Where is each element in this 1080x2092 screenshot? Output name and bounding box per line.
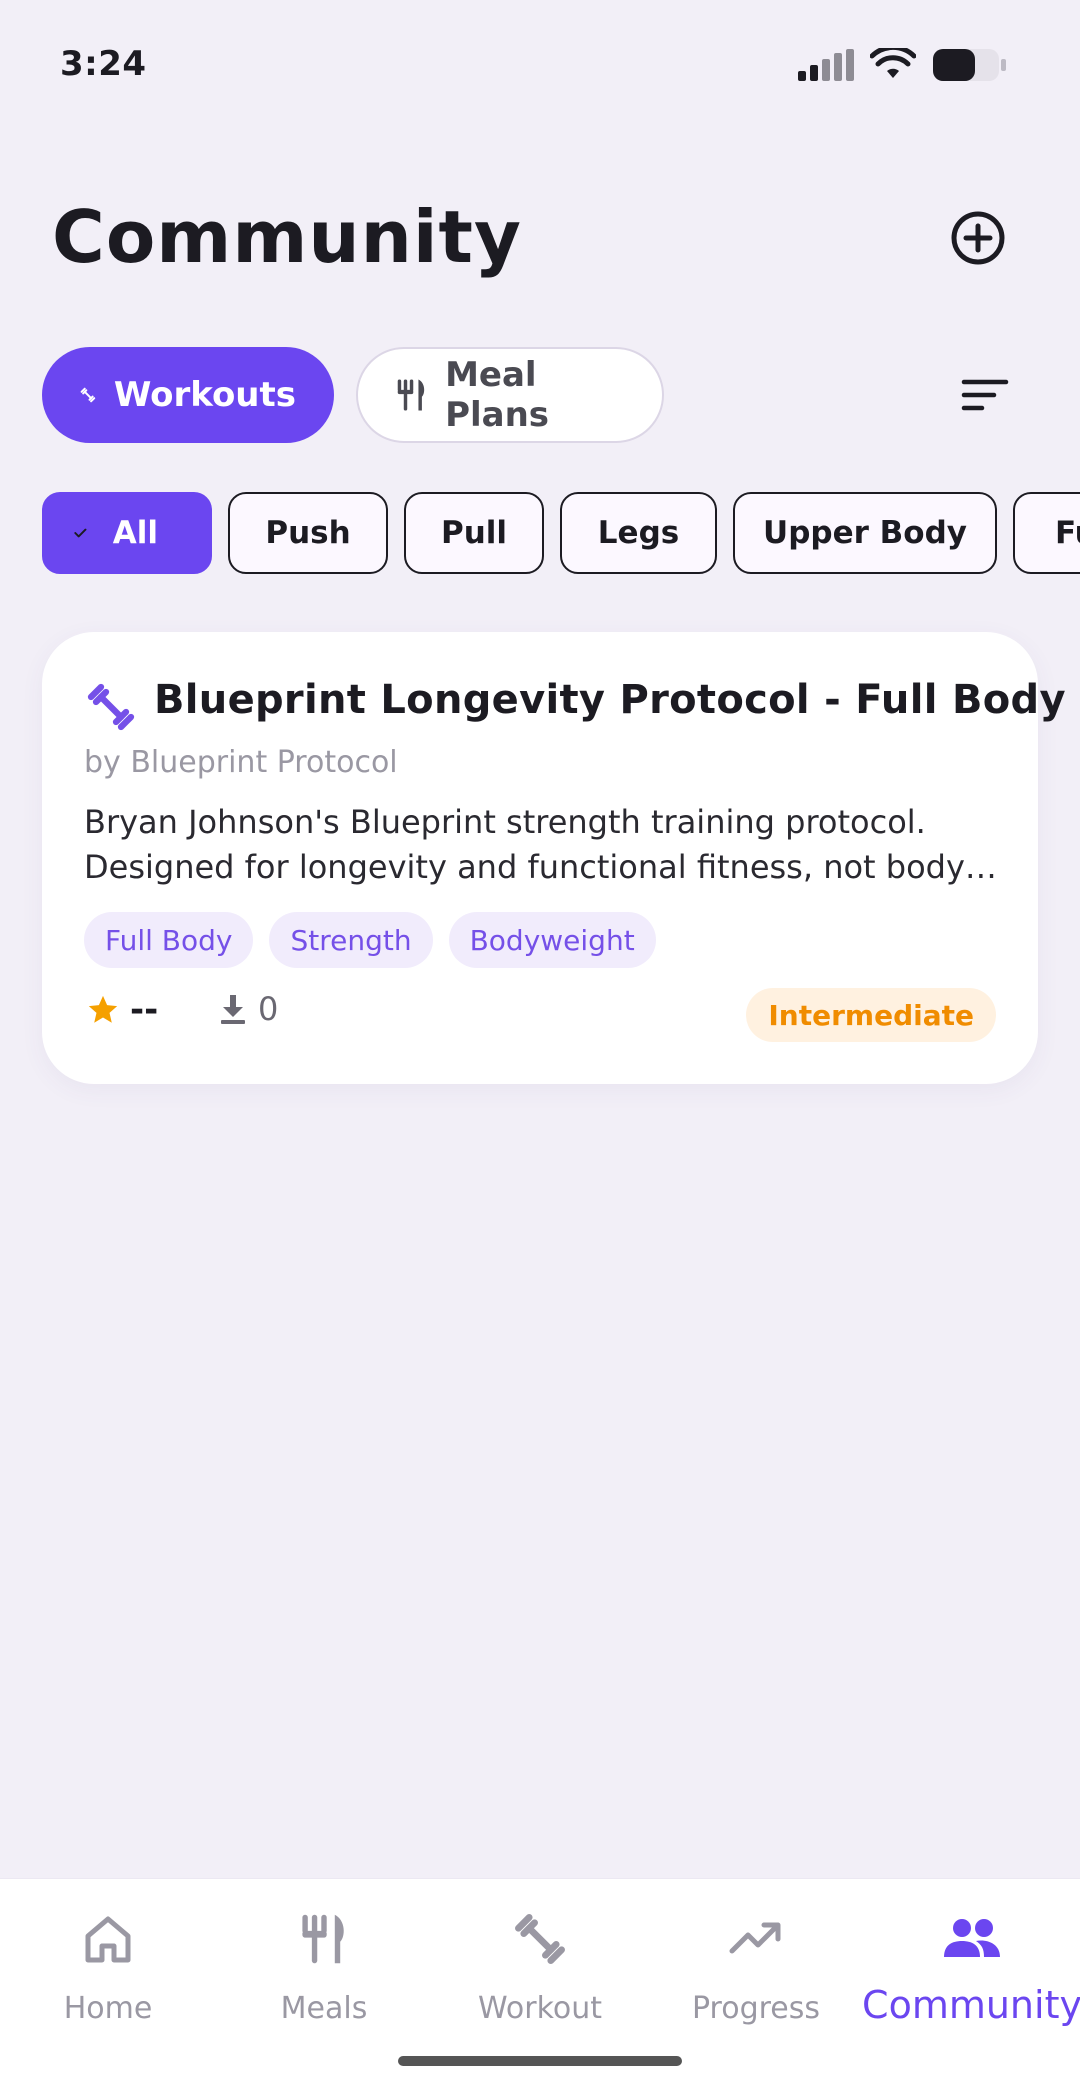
filter-chip-full-body[interactable]: Fu xyxy=(1013,492,1080,574)
add-button[interactable] xyxy=(950,210,1006,266)
status-time: 3:24 xyxy=(60,44,147,84)
sort-icon xyxy=(961,379,1009,411)
tag-full-body: Full Body xyxy=(84,912,254,968)
wifi-icon xyxy=(870,48,916,78)
card-title: Blueprint Longevity Protocol - Full Body xyxy=(154,677,1066,723)
fork-knife-icon xyxy=(302,1914,344,1964)
dumbbell-icon xyxy=(87,683,135,731)
filter-chip-upper-body[interactable]: Upper Body xyxy=(733,492,997,574)
tab-workouts-label: Workouts xyxy=(113,375,296,415)
trending-up-icon xyxy=(729,1922,781,1954)
star-icon xyxy=(88,995,118,1023)
filter-chips: All Push Pull Legs Upper Body Fu xyxy=(42,492,1080,574)
nav-item-meals[interactable]: Meals xyxy=(216,1901,432,2051)
filter-chip-push[interactable]: Push xyxy=(228,492,388,574)
status-icons xyxy=(798,48,1006,82)
filter-chip-legs[interactable]: Legs xyxy=(560,492,717,574)
filter-chip-pull[interactable]: Pull xyxy=(404,492,544,574)
nav-item-progress[interactable]: Progress xyxy=(648,1901,864,2051)
community-screen: 3:24 Community Workouts Meal Plans All P… xyxy=(0,0,1080,2092)
nav-item-community[interactable]: Community xyxy=(862,1901,1080,2051)
check-icon xyxy=(74,528,87,538)
home-icon xyxy=(85,1916,131,1963)
people-icon xyxy=(944,1919,1000,1957)
nav-label-progress: Progress xyxy=(691,1991,821,2026)
card-description-line-1: Bryan Johnson's Blueprint strength train… xyxy=(84,803,926,841)
workout-card[interactable]: Blueprint Longevity Protocol - Full Body… xyxy=(42,632,1066,1084)
difficulty-badge: Intermediate xyxy=(746,988,996,1042)
tab-meal-plans-label: Meal Plans xyxy=(445,355,550,435)
nav-label-workout: Workout xyxy=(477,1991,603,2026)
dumbbell-icon xyxy=(515,1914,565,1964)
card-tags: Full Body Strength Bodyweight xyxy=(84,912,656,968)
card-description: Bryan Johnson's Blueprint strength train… xyxy=(84,800,1004,890)
downloads-count: 0 xyxy=(258,990,279,1028)
battery-icon xyxy=(933,49,1006,81)
page-title: Community xyxy=(52,195,522,279)
fork-knife-icon xyxy=(397,379,425,411)
nav-item-workout[interactable]: Workout xyxy=(432,1901,648,2051)
dumbbell-icon xyxy=(80,387,96,403)
card-rating: -- xyxy=(86,990,158,1030)
nav-label-home: Home xyxy=(63,1991,153,2026)
sort-button[interactable] xyxy=(960,370,1010,420)
nav-item-home[interactable]: Home xyxy=(0,1901,216,2051)
tag-strength: Strength xyxy=(269,912,433,968)
signal-icon xyxy=(798,49,854,81)
card-downloads: 0 xyxy=(218,990,278,1028)
add-circle-icon xyxy=(951,211,1005,265)
tab-meal-plans[interactable]: Meal Plans xyxy=(356,347,664,443)
filter-chip-all-label: All xyxy=(112,515,158,551)
nav-label-community: Community xyxy=(862,1983,1080,2027)
tab-workouts[interactable]: Workouts xyxy=(42,347,334,443)
rating-value: -- xyxy=(130,990,159,1030)
nav-label-meals: Meals xyxy=(280,1991,368,2026)
download-icon xyxy=(221,995,245,1024)
card-description-line-2: Designed for longevity and functional fi… xyxy=(84,848,1004,886)
tag-bodyweight: Bodyweight xyxy=(448,912,656,968)
filter-chip-all[interactable]: All xyxy=(42,492,212,574)
card-author: by Blueprint Protocol xyxy=(84,745,398,780)
home-indicator xyxy=(398,2056,682,2066)
